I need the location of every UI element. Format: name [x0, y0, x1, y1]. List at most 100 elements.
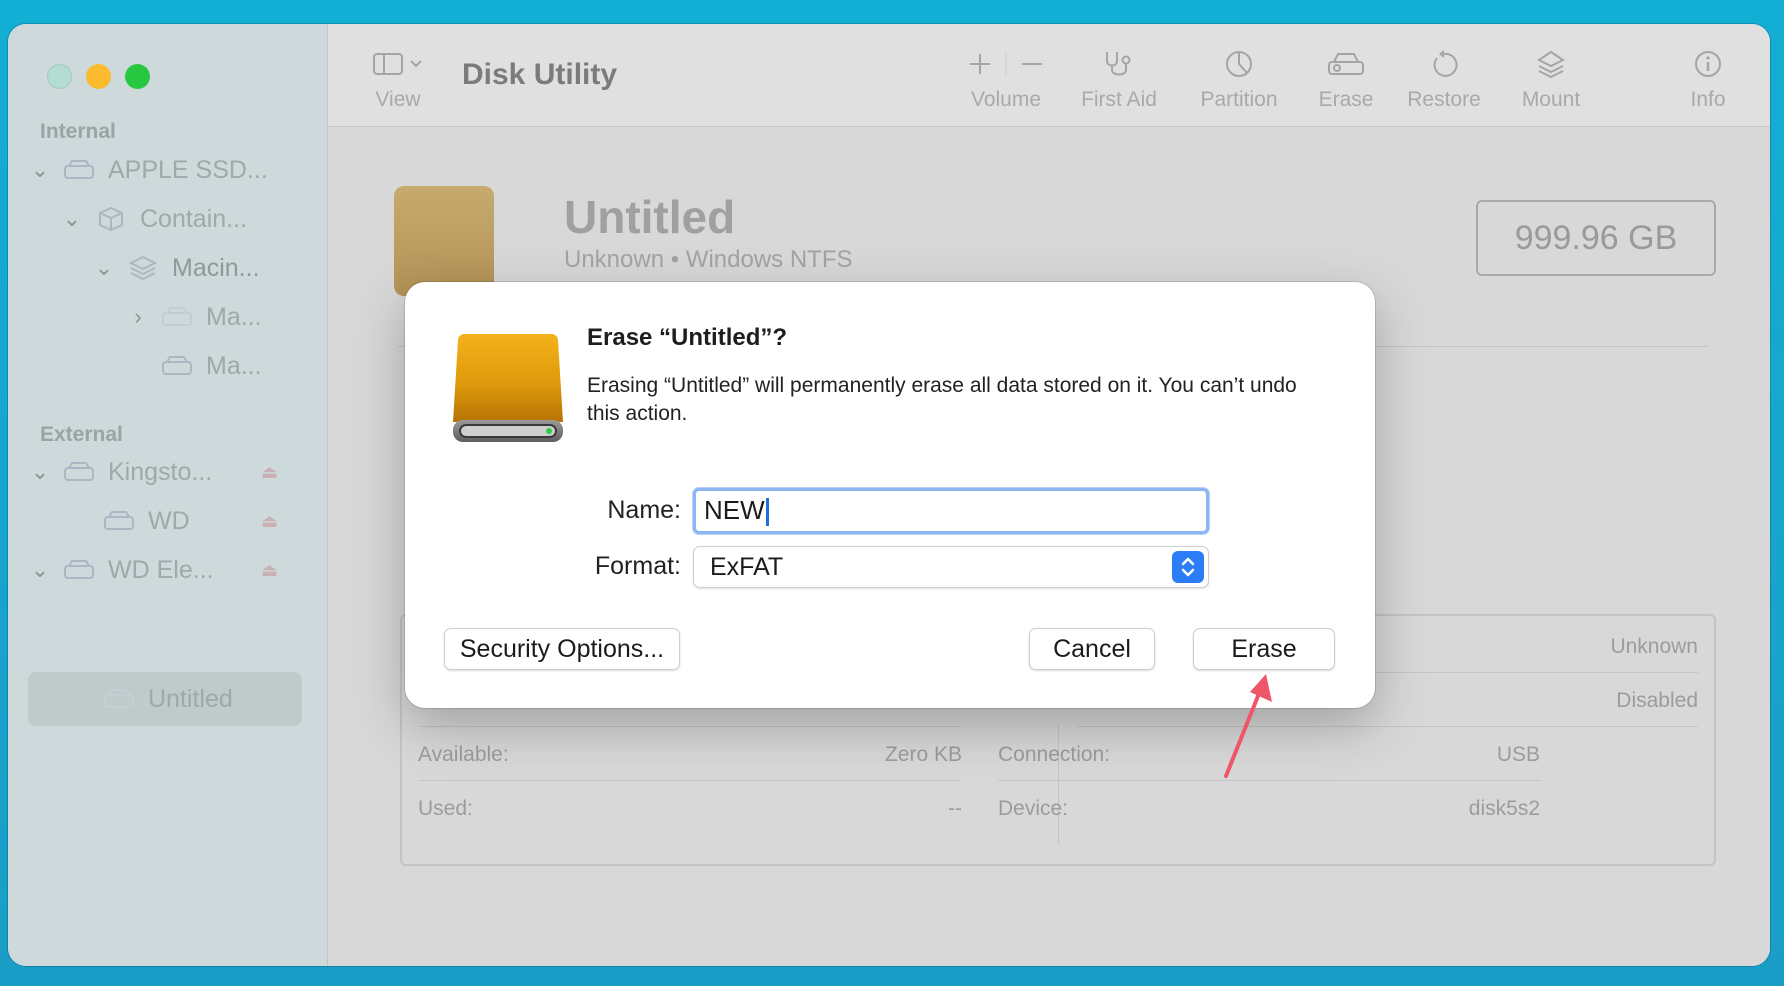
name-input-value: NEW	[704, 495, 765, 525]
info-value: Disabled	[1616, 689, 1698, 712]
eject-icon[interactable]: ⏏	[261, 511, 278, 532]
chevron-down-icon[interactable]: ⌄	[60, 206, 84, 232]
sidebar-item-label: Kingsto...	[108, 457, 213, 486]
sidebar-item-macintosh[interactable]: ⌄ Macin...	[92, 246, 260, 290]
dialog-message: Erasing “Untitled” will permanently eras…	[587, 374, 1297, 425]
format-select[interactable]: ExFAT	[693, 546, 1209, 588]
annotation-arrow-icon	[1224, 674, 1272, 778]
toolbar-label: Mount	[1521, 88, 1581, 111]
sidebar-item-wd[interactable]: WD ⏏	[92, 499, 278, 543]
toolbar-label: First Aid	[1081, 88, 1157, 111]
sidebar-item-label: Ma...	[206, 351, 262, 380]
mount-button[interactable]: Mount	[1508, 44, 1594, 112]
sidebar-item-label: WD Ele...	[108, 555, 214, 584]
erase-button[interactable]: Erase	[1193, 628, 1335, 670]
toolbar-label: Erase	[1318, 88, 1374, 111]
container-icon	[94, 206, 128, 232]
volume-size-badge: 999.96 GB	[1476, 200, 1716, 276]
info-row-available: Available: Zero KB	[418, 724, 962, 786]
toolbar-label: Partition	[1200, 88, 1278, 111]
volume-name: Untitled	[564, 191, 736, 243]
sidebar-item-label: Untitled	[148, 684, 233, 713]
info-key: Used:	[418, 797, 473, 820]
select-stepper-icon[interactable]	[1172, 551, 1204, 583]
info-value: --	[948, 797, 962, 820]
sidebar-item-ma-1[interactable]: › Ma...	[126, 295, 262, 339]
cancel-button[interactable]: Cancel	[1029, 628, 1155, 670]
sidebar-item-kingston[interactable]: ⌄ Kingsto... ⏏	[28, 450, 278, 494]
drive-icon	[62, 158, 96, 182]
security-options-button[interactable]: Security Options...	[444, 628, 680, 670]
sidebar-item-ma-2[interactable]: Ma...	[150, 344, 262, 388]
stethoscope-icon	[1070, 44, 1168, 84]
toolbar: View Disk Utility Volume First Aid Parti	[328, 24, 1770, 127]
minimize-button[interactable]	[86, 64, 111, 89]
volume-icon	[102, 687, 136, 711]
section-external: External	[40, 423, 123, 446]
external-drive-icon	[451, 330, 565, 448]
info-key: Connection:	[998, 743, 1111, 766]
sidebar-toggle-icon	[362, 44, 434, 84]
restore-button[interactable]: Restore	[1398, 44, 1490, 112]
sidebar-item-label: Ma...	[206, 302, 262, 331]
toolbar-label: Info	[1690, 88, 1726, 111]
volume-subtitle: Unknown • Windows NTFS	[564, 246, 853, 273]
sidebar: Internal ⌄ APPLE SSD... ⌄ Contain... ⌄ M…	[8, 24, 328, 966]
sidebar-item-wd-elements[interactable]: ⌄ WD Ele... ⏏	[28, 548, 278, 592]
toolbar-label: Restore	[1407, 88, 1481, 111]
toolbar-label: Volume	[970, 88, 1042, 111]
chevron-right-icon[interactable]: ›	[126, 304, 150, 330]
name-label: Name:	[607, 496, 681, 524]
chevron-down-icon[interactable]: ⌄	[28, 557, 52, 583]
sidebar-item-label: APPLE SSD...	[108, 155, 268, 184]
sidebar-item-label: Contain...	[140, 204, 248, 233]
window-title: Disk Utility	[462, 58, 618, 91]
eject-icon[interactable]: ⏏	[261, 462, 278, 483]
eraser-icon	[1308, 44, 1384, 84]
toolbar-label: View	[375, 88, 421, 111]
info-button[interactable]: Info	[1678, 44, 1738, 112]
view-button[interactable]: View	[362, 44, 434, 112]
volume-icon	[102, 509, 136, 533]
pie-chart-icon	[1182, 44, 1296, 84]
info-value: Unknown	[1610, 635, 1698, 658]
info-value: disk5s2	[1468, 797, 1540, 820]
layers-icon	[126, 255, 160, 281]
volume-icon	[160, 305, 194, 329]
mount-icon	[1508, 44, 1594, 84]
volume-icon	[160, 354, 194, 378]
window-controls	[47, 64, 150, 89]
sidebar-item-untitled[interactable]: Untitled	[92, 677, 233, 721]
sidebar-item-container[interactable]: ⌄ Contain...	[60, 197, 247, 241]
dialog-title: Erase “Untitled”?	[587, 324, 788, 351]
info-key: Available:	[418, 743, 509, 766]
sidebar-item-label: WD	[148, 506, 190, 535]
zoom-button[interactable]	[125, 64, 150, 89]
name-input[interactable]: NEW	[693, 488, 1209, 534]
format-label: Format:	[594, 552, 681, 580]
partition-button[interactable]: Partition	[1182, 44, 1296, 112]
chevron-down-icon[interactable]: ⌄	[28, 459, 52, 485]
volume-button[interactable]: Volume	[954, 44, 1058, 112]
close-button[interactable]	[47, 64, 72, 89]
sidebar-item-label: Macin...	[172, 253, 260, 282]
restore-icon	[1398, 44, 1490, 84]
info-value: Zero KB	[884, 743, 962, 766]
format-select-value: ExFAT	[710, 553, 784, 581]
chevron-down-icon[interactable]: ⌄	[28, 157, 52, 183]
info-icon	[1678, 44, 1738, 84]
chevron-down-icon[interactable]: ⌄	[92, 255, 116, 281]
external-drive-icon	[394, 186, 494, 296]
info-value: USB	[1496, 743, 1540, 766]
eject-icon[interactable]: ⏏	[261, 560, 278, 581]
drive-icon	[62, 460, 96, 484]
info-key: Device:	[998, 797, 1069, 820]
plus-minus-icon	[954, 44, 1058, 84]
drive-icon	[62, 558, 96, 582]
sidebar-item-apple-ssd[interactable]: ⌄ APPLE SSD...	[28, 148, 268, 192]
first-aid-button[interactable]: First Aid	[1070, 44, 1168, 112]
erase-dialog: Erase “Untitled”? Erasing “Untitled” wil…	[405, 282, 1375, 708]
text-caret	[765, 498, 769, 527]
erase-toolbar-button[interactable]: Erase	[1308, 44, 1384, 112]
info-row-used: Used: --	[418, 778, 962, 840]
